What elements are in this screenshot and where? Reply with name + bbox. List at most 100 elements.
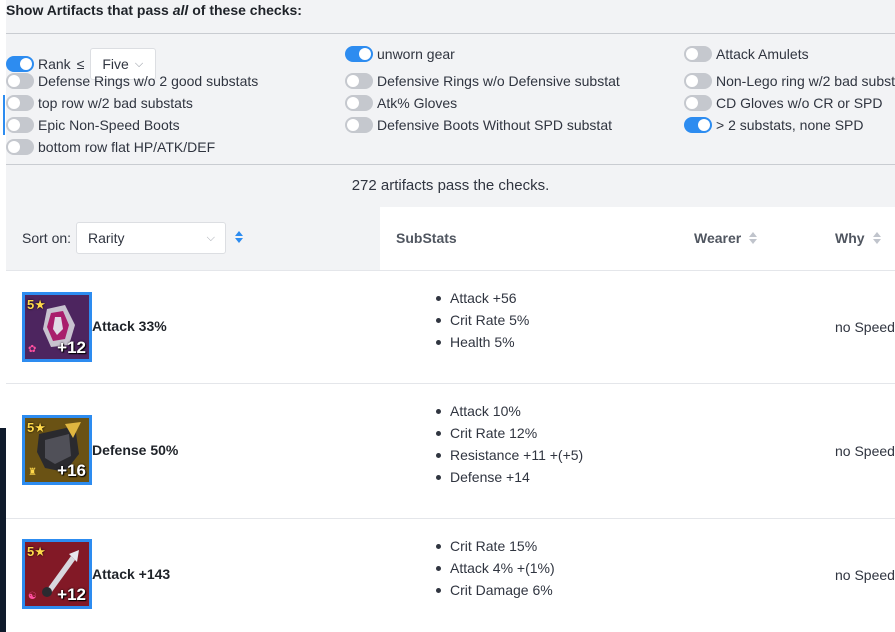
check-label: unworn gear bbox=[377, 46, 455, 62]
filter-panel: Show Artifacts that pass all of these ch… bbox=[6, 0, 895, 165]
table-header: Sort on: Rarity ⌵ SubStats Wearer Why bbox=[6, 207, 895, 271]
check-epic-boots[interactable]: Epic Non-Speed Boots bbox=[6, 115, 180, 135]
filter-title-suffix: of these checks: bbox=[188, 2, 302, 18]
column-substats[interactable]: SubStats bbox=[396, 230, 457, 246]
check-label: Non-Lego ring w/2 bad substats bbox=[716, 73, 895, 89]
toggle-switch[interactable] bbox=[345, 46, 373, 62]
artifact-cell: 5★ ♜ +16 Defense 50% bbox=[6, 384, 380, 518]
sort-select[interactable]: Rarity ⌵ bbox=[76, 222, 226, 254]
sort-select-value: Rarity bbox=[88, 230, 125, 246]
toggle-switch[interactable] bbox=[6, 139, 34, 155]
check-label: Epic Non-Speed Boots bbox=[38, 117, 180, 133]
column-headers: SubStats Wearer Why bbox=[380, 207, 895, 271]
check-label: > 2 substats, none SPD bbox=[716, 117, 864, 133]
rarity-stars: 5★ bbox=[27, 544, 46, 559]
check-atk-gloves[interactable]: Atk% Gloves bbox=[345, 93, 457, 113]
substat-item: Crit Rate 15% bbox=[436, 535, 555, 557]
check-cd-gloves[interactable]: CD Gloves w/o CR or SPD bbox=[684, 93, 882, 113]
rank-label: Rank bbox=[38, 56, 71, 72]
substat-item: Health 5% bbox=[436, 331, 529, 353]
artifact-level: +16 bbox=[57, 461, 86, 480]
main-stat: Defense 50% bbox=[92, 442, 179, 458]
toggle-switch[interactable] bbox=[684, 73, 712, 89]
chevron-down-icon: ⌵ bbox=[134, 57, 144, 70]
toggle-switch[interactable] bbox=[345, 117, 373, 133]
substat-item: Crit Rate 5% bbox=[436, 309, 529, 331]
table-row[interactable]: 5★ ✿ +12 Attack 33% Attack +56 Crit Rate… bbox=[6, 271, 895, 384]
main-stat: Attack 33% bbox=[92, 318, 167, 334]
substat-item: Attack +56 bbox=[436, 287, 529, 309]
check-label: Attack Amulets bbox=[716, 46, 809, 62]
toggle-switch[interactable] bbox=[345, 73, 373, 89]
set-icon: ♜ bbox=[28, 467, 37, 478]
check-label: Defense Rings w/o 2 good substats bbox=[38, 73, 259, 89]
artifact-level: +12 bbox=[57, 585, 86, 604]
substat-item: Crit Damage 6% bbox=[436, 579, 555, 601]
check-defense-rings[interactable]: Defense Rings w/o 2 good substats bbox=[6, 71, 258, 91]
sort-controls: Sort on: Rarity ⌵ bbox=[6, 207, 380, 271]
why-reason: no Speed bbox=[835, 319, 895, 335]
check-label: bottom row flat HP/ATK/DEF bbox=[38, 139, 216, 155]
check-defensive-boots[interactable]: Defensive Boots Without SPD substat bbox=[345, 115, 612, 135]
toggle-switch[interactable] bbox=[684, 95, 712, 111]
result-count: 272 artifacts pass the checks. bbox=[6, 165, 895, 207]
substat-item: Attack 4% +(1%) bbox=[436, 557, 555, 579]
why-sort-icon[interactable] bbox=[873, 232, 883, 248]
check-unworn-gear[interactable]: unworn gear bbox=[345, 44, 455, 64]
column-wearer[interactable]: Wearer bbox=[694, 230, 741, 246]
active-indicator bbox=[3, 95, 5, 135]
check-label: Defensive Boots Without SPD substat bbox=[377, 117, 612, 133]
why-reason: no Speed bbox=[835, 443, 895, 459]
check-two-substats-no-spd[interactable]: > 2 substats, none SPD bbox=[684, 115, 863, 135]
main-stat: Attack +143 bbox=[92, 566, 171, 582]
check-defensive-rings[interactable]: Defensive Rings w/o Defensive substat bbox=[345, 71, 620, 91]
toggle-switch[interactable] bbox=[6, 95, 34, 111]
artifact-gloves-icon[interactable]: 5★ ✿ +12 bbox=[22, 292, 92, 362]
artifact-cell: 5★ ✿ +12 Attack 33% bbox=[6, 271, 380, 383]
rarity-stars: 5★ bbox=[27, 297, 46, 312]
sort-label: Sort on: bbox=[22, 230, 72, 246]
substat-list: Crit Rate 15% Attack 4% +(1%) Crit Damag… bbox=[436, 535, 555, 601]
chevron-down-icon: ⌵ bbox=[206, 232, 215, 244]
toggle-switch[interactable] bbox=[684, 46, 712, 62]
substat-list: Attack +56 Crit Rate 5% Health 5% bbox=[436, 287, 529, 353]
artifact-level: +12 bbox=[57, 338, 86, 357]
sort-direction-icon[interactable] bbox=[235, 231, 245, 247]
table-row[interactable]: 5★ ☯ +12 Attack +143 Crit Rate 15% Attac… bbox=[6, 519, 895, 632]
artifact-weapon-icon[interactable]: 5★ ☯ +12 bbox=[22, 539, 92, 609]
check-label: top row w/2 bad substats bbox=[38, 95, 193, 111]
filter-title: Show Artifacts that pass all of these ch… bbox=[6, 2, 302, 18]
why-reason: no Speed bbox=[835, 567, 895, 583]
filter-title-emphasis: all bbox=[172, 2, 189, 18]
check-top-row[interactable]: top row w/2 bad substats bbox=[6, 93, 193, 113]
substat-item: Attack 10% bbox=[436, 400, 583, 422]
rank-toggle[interactable] bbox=[6, 56, 34, 72]
toggle-switch[interactable] bbox=[684, 117, 712, 133]
check-label: CD Gloves w/o CR or SPD bbox=[716, 95, 883, 111]
rank-select-value: Five bbox=[102, 56, 129, 72]
toggle-switch[interactable] bbox=[6, 117, 34, 133]
filter-title-prefix: Show Artifacts that pass bbox=[6, 2, 173, 18]
substat-item: Crit Rate 12% bbox=[436, 422, 583, 444]
check-attack-amulets[interactable]: Attack Amulets bbox=[684, 44, 809, 64]
substat-list: Attack 10% Crit Rate 12% Resistance +11 … bbox=[436, 400, 583, 488]
check-bottom-row-flat[interactable]: bottom row flat HP/ATK/DEF bbox=[6, 137, 215, 157]
details-cell: Crit Rate 15% Attack 4% +(1%) Crit Damag… bbox=[380, 519, 895, 632]
toggle-switch[interactable] bbox=[345, 95, 373, 111]
toggle-switch[interactable] bbox=[6, 73, 34, 89]
table-row[interactable]: 5★ ♜ +16 Defense 50% Attack 10% Crit Rat… bbox=[6, 384, 895, 519]
details-cell: Attack +56 Crit Rate 5% Health 5% no Spe… bbox=[380, 271, 895, 383]
set-icon: ✿ bbox=[28, 344, 37, 355]
check-label: Atk% Gloves bbox=[377, 95, 458, 111]
artifact-cell: 5★ ☯ +12 Attack +143 bbox=[6, 519, 380, 632]
check-label: Defensive Rings w/o Defensive substat bbox=[377, 73, 620, 89]
details-cell: Attack 10% Crit Rate 12% Resistance +11 … bbox=[380, 384, 895, 518]
set-icon: ☯ bbox=[28, 591, 37, 602]
substat-item: Defense +14 bbox=[436, 466, 583, 488]
check-non-lego-ring[interactable]: Non-Lego ring w/2 bad substats bbox=[684, 71, 895, 91]
artifact-chest-icon[interactable]: 5★ ♜ +16 bbox=[22, 415, 92, 485]
wearer-sort-icon[interactable] bbox=[749, 232, 759, 248]
divider bbox=[6, 33, 895, 34]
substat-item: Resistance +11 +(+5) bbox=[436, 444, 583, 466]
column-why[interactable]: Why bbox=[835, 230, 865, 246]
